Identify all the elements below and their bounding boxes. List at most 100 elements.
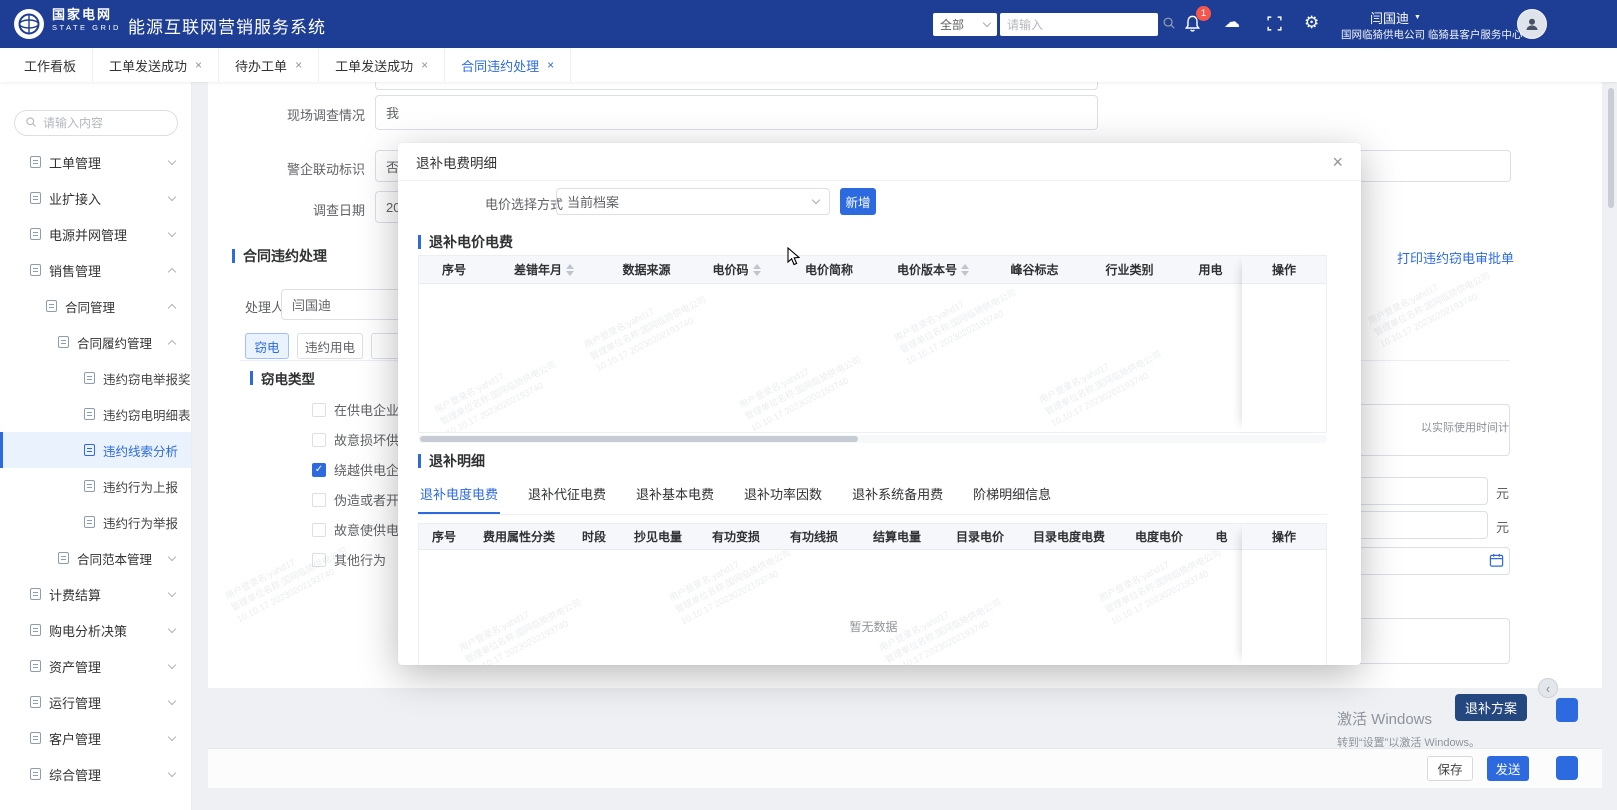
tab-label: 合同违约处理 xyxy=(461,56,539,75)
sidebar-item-contract-template[interactable]: 合同范本管理 xyxy=(0,540,191,576)
sidebar-item-work-order-management[interactable]: 工单管理 xyxy=(0,144,191,180)
save-button[interactable]: 保存 xyxy=(1427,756,1473,781)
col-error-month[interactable]: 差错年月 xyxy=(489,256,599,283)
horizontal-scrollbar xyxy=(418,435,1327,443)
tab-workboard[interactable]: 工作看板 xyxy=(8,48,93,82)
gear-icon[interactable]: ⚙ xyxy=(1304,14,1319,31)
tab-power-factor[interactable]: 退补功率因数 xyxy=(742,477,824,514)
tab-collection-fee[interactable]: 退补代征电费 xyxy=(526,477,608,514)
user-menu[interactable]: 闫国迪 ▼ xyxy=(1370,8,1421,27)
checkbox-row-5[interactable]: 其他行为 xyxy=(312,550,386,569)
sidebar-item-violation-report[interactable]: 违约行为上报 xyxy=(0,468,191,504)
tab-system-reserve-fee[interactable]: 退补系统备用费 xyxy=(850,477,945,514)
type-tab-theft[interactable]: 窃电 xyxy=(245,333,289,359)
scrollbar-thumb[interactable] xyxy=(420,436,858,442)
edge-button-top[interactable] xyxy=(1556,698,1578,722)
sidebar-item-grid-connection[interactable]: 电源并网管理 xyxy=(0,216,191,252)
sidebar-item-operation-management[interactable]: 运行管理 xyxy=(0,684,191,720)
sidebar-item-general-management[interactable]: 综合管理 xyxy=(0,756,191,792)
global-search-scope-select[interactable]: 全部 xyxy=(933,13,997,36)
tab-contract-violation[interactable]: 合同违约处理 × xyxy=(445,48,571,82)
fullscreen-scan-icon[interactable] xyxy=(1266,15,1283,35)
tab-basic-fee[interactable]: 退补基本电费 xyxy=(634,477,716,514)
survey-label: 现场调查情况 xyxy=(287,105,365,124)
sidebar: 工单管理 业扩接入 电源并网管理 销售管理 合同管理 合同履约管理 违约窃电举报… xyxy=(0,82,192,810)
close-icon[interactable]: × xyxy=(1332,153,1343,171)
sidebar-item-customer-management[interactable]: 客户管理 xyxy=(0,720,191,756)
sidebar-item-theft-detail-table[interactable]: 违约窃电明细表 xyxy=(0,396,191,432)
sidebar-item-violation-tipoff[interactable]: 违约行为举报 xyxy=(0,504,191,540)
price-mode-select[interactable]: 当前档案 xyxy=(556,188,830,215)
checkbox-row-1[interactable]: 故意损坏供电 xyxy=(312,430,412,449)
sidebar-item-contract-performance[interactable]: 合同履约管理 xyxy=(0,324,191,360)
sidebar-item-service-expansion[interactable]: 业扩接入 xyxy=(0,180,191,216)
menu-icon xyxy=(30,264,41,276)
send-button[interactable]: 发送 xyxy=(1487,756,1529,781)
global-search-input[interactable] xyxy=(1007,18,1162,32)
sidebar-item-asset-management[interactable]: 资产管理 xyxy=(0,648,191,684)
tab-order-sent-2[interactable]: 工单发送成功 × xyxy=(319,48,445,82)
table-body-empty: 暂无数据 用户登录名:yahd17管理单位名称:国网临猗供电公司10.10.17… xyxy=(419,550,1326,665)
type-tab-violation-use[interactable]: 违约用电 xyxy=(297,333,363,359)
checkbox-row-3[interactable]: 伪造或者开启 xyxy=(312,490,412,509)
checkbox[interactable] xyxy=(312,433,326,447)
search-icon[interactable] xyxy=(1162,16,1176,33)
sort-icon[interactable] xyxy=(753,264,761,276)
sidebar-item-contract-management[interactable]: 合同管理 xyxy=(0,288,191,324)
checkbox[interactable] xyxy=(312,403,326,417)
tab-label: 待办工单 xyxy=(235,56,287,75)
sidebar-item-billing-settlement[interactable]: 计费结算 xyxy=(0,576,191,612)
menu-icon xyxy=(58,552,69,564)
tab-energy-fee[interactable]: 退补电度电费 xyxy=(418,477,500,514)
checkbox[interactable] xyxy=(312,553,326,567)
col-price-version[interactable]: 电价版本号 xyxy=(879,256,987,283)
checkbox[interactable] xyxy=(312,523,326,537)
menu-icon xyxy=(30,768,41,780)
sidebar-item-sales-management[interactable]: 销售管理 xyxy=(0,252,191,288)
sidebar-item-theft-report-reward[interactable]: 违约窃电举报奖励 xyxy=(0,360,191,396)
add-button[interactable]: 新增 xyxy=(840,188,876,215)
sidebar-search-input[interactable] xyxy=(43,116,167,130)
checkbox-row-2[interactable]: ✓绕越供电企业 xyxy=(312,460,412,479)
edge-button-bottom[interactable] xyxy=(1556,756,1578,780)
notification-badge: 1 xyxy=(1196,6,1211,21)
org-name: 国网临猗供电公司 临猗县客户服务中心 xyxy=(1341,27,1522,42)
vertical-scrollbar[interactable] xyxy=(1608,88,1614,208)
price-fee-table: 序号 差错年月 数据来源 电价码 电价简称 电价版本号 峰谷标志 行业类别 用电… xyxy=(418,255,1327,433)
checkbox-row-4[interactable]: 故意使供电企 xyxy=(312,520,412,539)
checkbox-row-0[interactable]: 在供电企业的 xyxy=(312,400,412,419)
chevron-down-icon xyxy=(168,552,176,560)
menu-icon xyxy=(30,192,41,204)
col-price-code[interactable]: 电价码 xyxy=(694,256,779,283)
collapse-toggle-button[interactable]: ‹ xyxy=(1538,678,1558,698)
chevron-up-icon xyxy=(168,339,176,347)
close-icon[interactable]: × xyxy=(195,58,202,72)
avatar[interactable] xyxy=(1517,9,1547,39)
sidebar-item-clue-analysis[interactable]: 违约线索分析 xyxy=(0,432,191,468)
col-actions: 操作 xyxy=(1242,524,1326,550)
sidebar-item-purchase-analysis[interactable]: 购电分析决策 xyxy=(0,612,191,648)
tab-ladder-detail[interactable]: 阶梯明细信息 xyxy=(971,477,1053,514)
section-refund-detail: 退补明细 xyxy=(418,451,485,471)
checkbox-checked[interactable]: ✓ xyxy=(312,463,326,477)
sort-icon[interactable] xyxy=(961,264,969,276)
checkbox[interactable] xyxy=(312,493,326,507)
col-actions: 操作 xyxy=(1242,256,1326,284)
col-settle-energy: 结算电量 xyxy=(853,524,941,549)
tab-todo-orders[interactable]: 待办工单 × xyxy=(219,48,319,82)
price-mode-value: 当前档案 xyxy=(567,192,619,211)
menu-label: 电源并网管理 xyxy=(49,225,127,244)
close-icon[interactable]: × xyxy=(295,58,302,72)
close-icon[interactable]: × xyxy=(547,58,554,72)
print-approval-link[interactable]: 打印违约窃电审批单 xyxy=(1397,248,1514,267)
col-industry-type: 行业类别 xyxy=(1082,256,1177,283)
section-title: 合同违约处理 xyxy=(243,246,327,266)
refund-fee-detail-dialog: 退补电费明细 × 电价选择方式 当前档案 新增 退补电价电费 序号 差错年月 数… xyxy=(398,143,1361,665)
cloud-icon[interactable]: ☁ xyxy=(1224,15,1240,31)
survey-input[interactable]: 我 xyxy=(375,95,1098,130)
sort-icon[interactable] xyxy=(566,264,574,276)
close-icon[interactable]: × xyxy=(421,58,428,72)
check-icon: ✓ xyxy=(315,464,323,475)
calendar-icon[interactable] xyxy=(1489,553,1504,571)
tab-order-sent-1[interactable]: 工单发送成功 × xyxy=(93,48,219,82)
